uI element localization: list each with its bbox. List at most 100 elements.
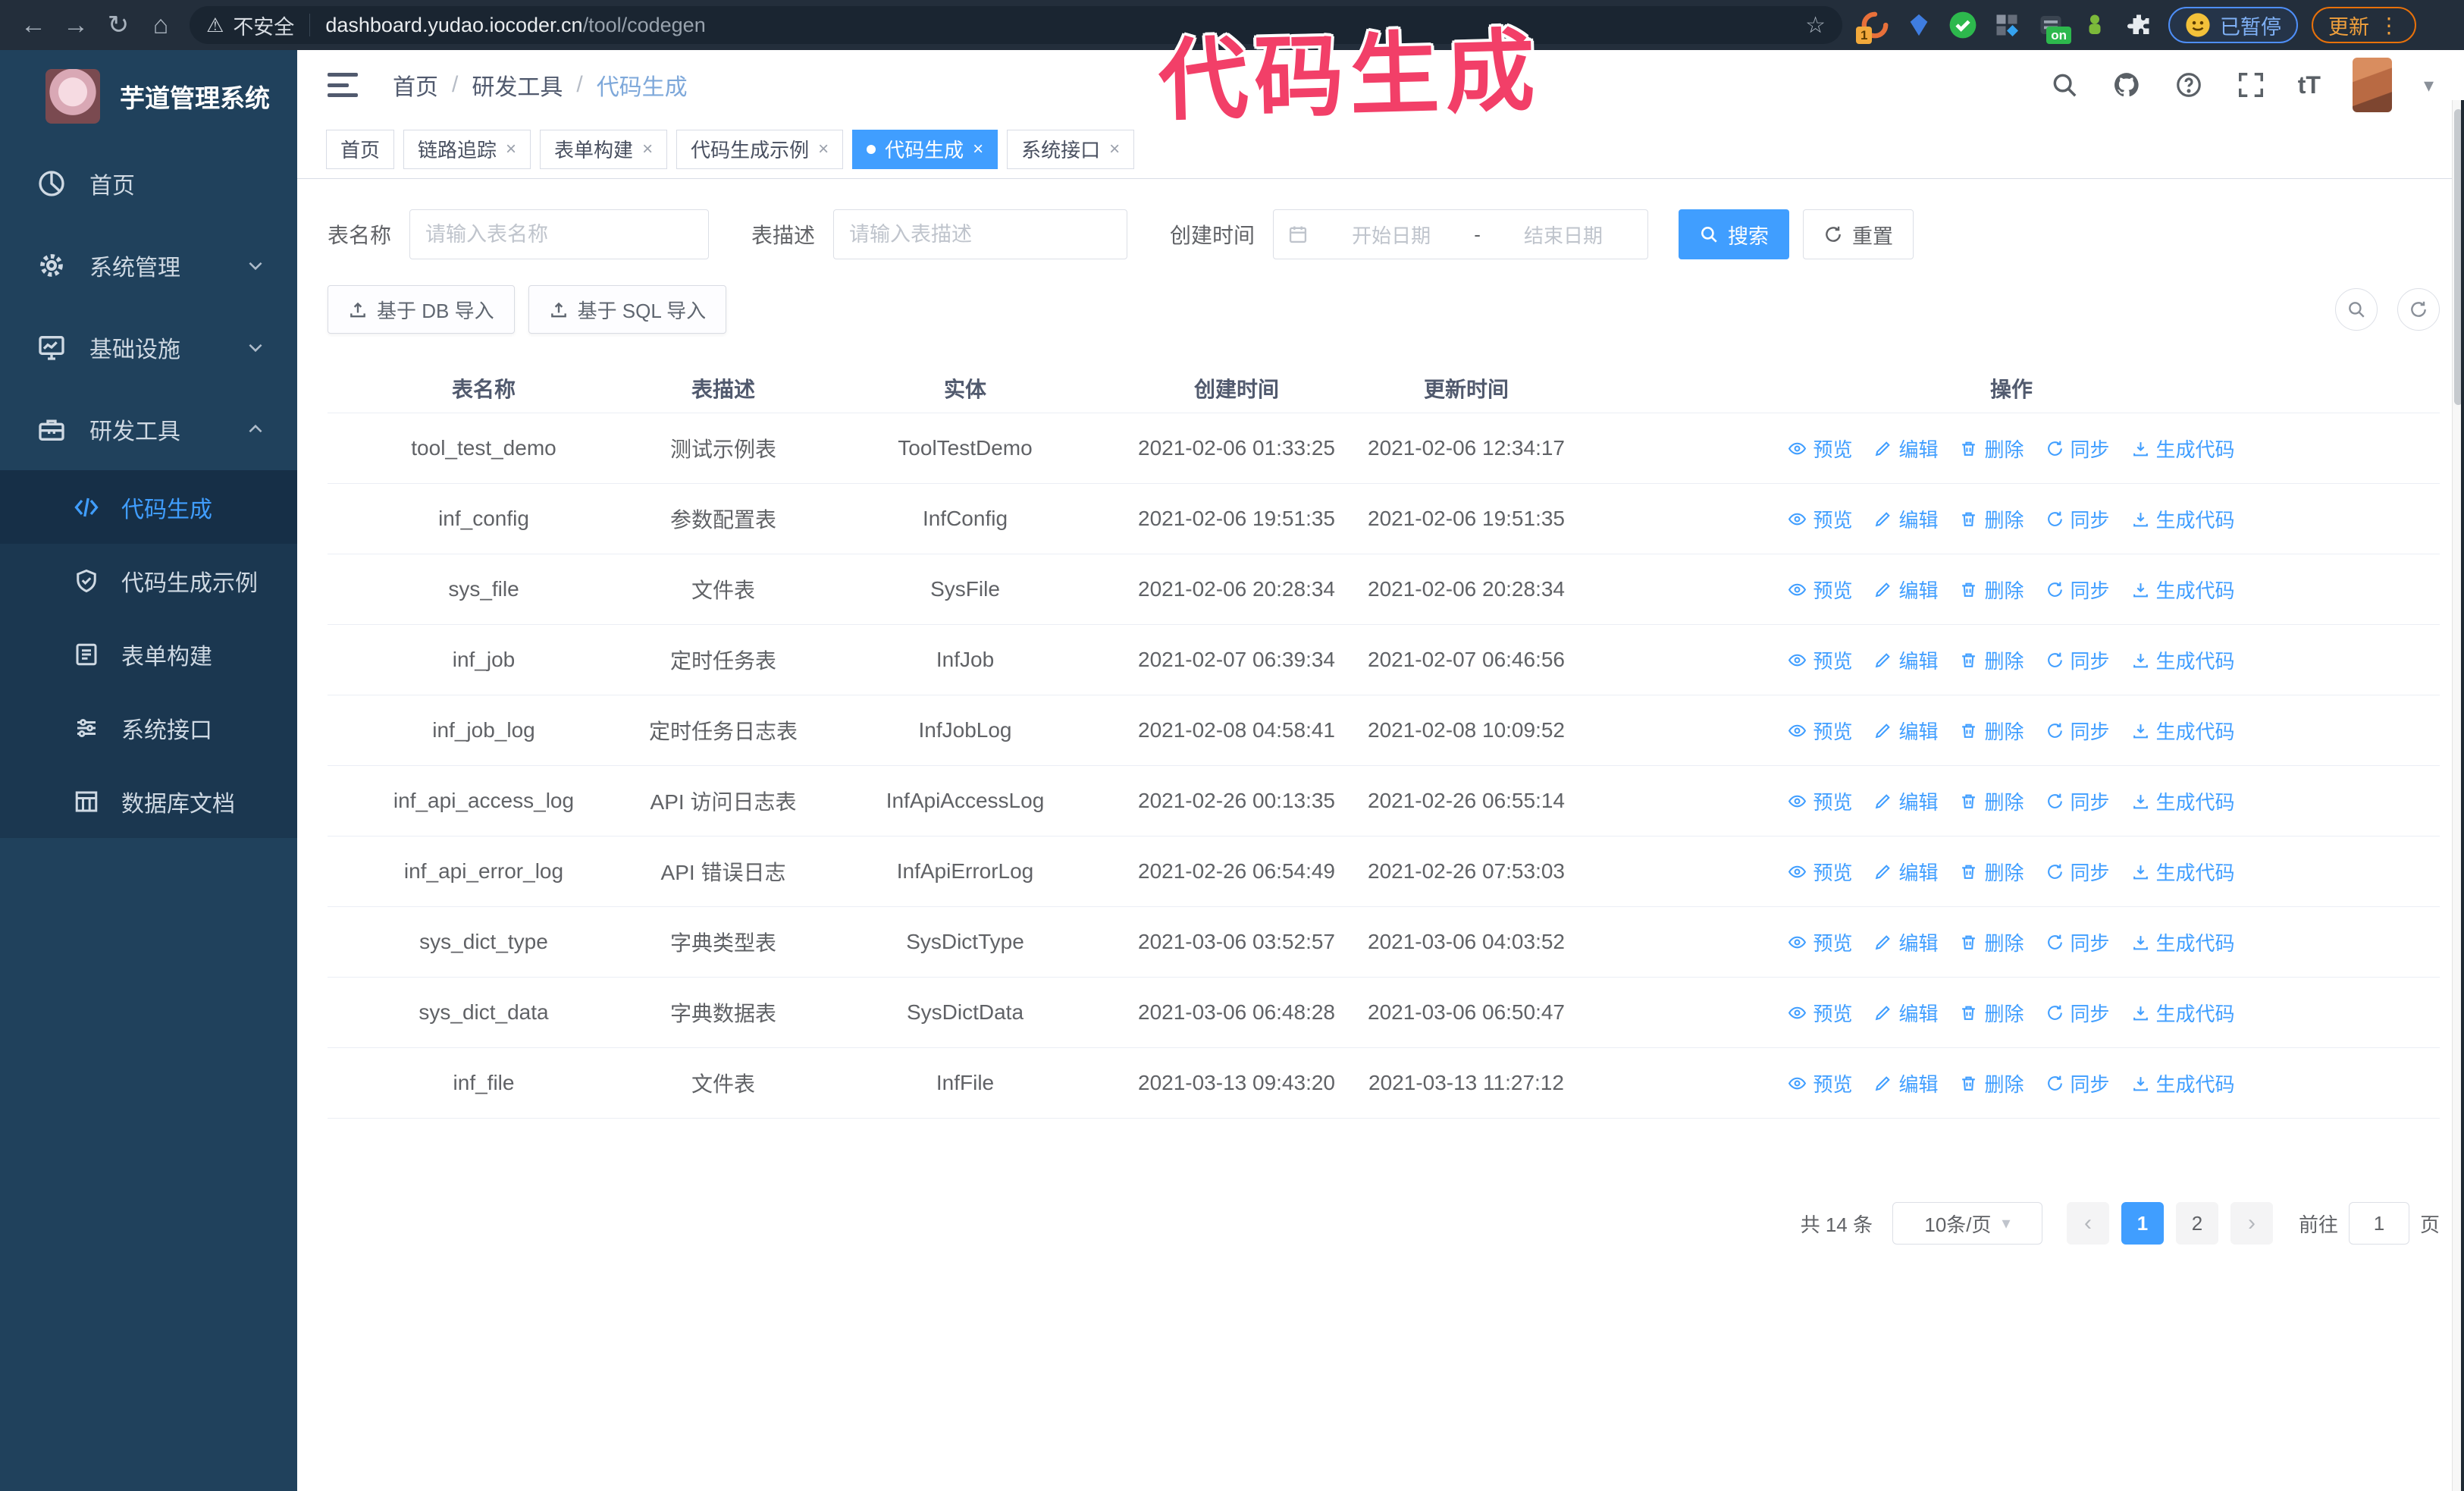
- prev-page-button[interactable]: ‹: [2066, 1202, 2109, 1245]
- edit-link[interactable]: 编辑: [1873, 717, 1938, 745]
- sync-link[interactable]: 同步: [2045, 787, 2110, 815]
- tab-form-builder[interactable]: 表单构建 ×: [540, 129, 668, 169]
- not-secure-label[interactable]: 不安全: [233, 11, 294, 40]
- app-logo[interactable]: 芋道管理系统: [0, 50, 297, 143]
- bookmark-star-icon[interactable]: ☆: [1805, 12, 1826, 39]
- delete-link[interactable]: 删除: [1959, 858, 2024, 886]
- user-avatar[interactable]: [2352, 58, 2392, 112]
- edit-link[interactable]: 编辑: [1873, 928, 1938, 956]
- generate-code-link[interactable]: 生成代码: [2131, 999, 2235, 1027]
- toggle-search-icon[interactable]: [2335, 288, 2378, 331]
- preview-link[interactable]: 预览: [1788, 717, 1852, 745]
- start-date-placeholder[interactable]: 开始日期: [1321, 221, 1462, 249]
- generate-code-link[interactable]: 生成代码: [2131, 435, 2235, 463]
- generate-code-link[interactable]: 生成代码: [2131, 505, 2235, 533]
- sidebar-item-infra[interactable]: 基础设施: [0, 306, 297, 388]
- preview-link[interactable]: 预览: [1788, 646, 1852, 674]
- preview-link[interactable]: 预览: [1788, 858, 1852, 886]
- table-desc-input[interactable]: [833, 209, 1128, 259]
- back-icon[interactable]: ←: [12, 11, 55, 40]
- sidebar-item-db-doc[interactable]: 数据库文档: [0, 764, 297, 838]
- generate-code-link[interactable]: 生成代码: [2131, 576, 2235, 604]
- generate-code-link[interactable]: 生成代码: [2131, 646, 2235, 674]
- edit-link[interactable]: 编辑: [1873, 999, 1938, 1027]
- sidebar-toggle-icon[interactable]: [328, 73, 358, 97]
- edit-link[interactable]: 编辑: [1873, 646, 1938, 674]
- import-db-button[interactable]: 基于 DB 导入: [328, 285, 515, 334]
- generate-code-link[interactable]: 生成代码: [2131, 858, 2235, 886]
- edit-link[interactable]: 编辑: [1873, 1069, 1938, 1097]
- close-icon[interactable]: ×: [506, 139, 516, 160]
- extension-icon[interactable]: [1991, 9, 2023, 41]
- sync-link[interactable]: 同步: [2045, 576, 2110, 604]
- sync-link[interactable]: 同步: [2045, 1069, 2110, 1097]
- tab-home[interactable]: 首页: [326, 129, 395, 169]
- fullscreen-icon[interactable]: [2236, 70, 2266, 100]
- edit-link[interactable]: 编辑: [1873, 505, 1938, 533]
- delete-link[interactable]: 删除: [1959, 1069, 2024, 1097]
- sidebar-item-system[interactable]: 系统管理: [0, 224, 297, 306]
- page-size-select[interactable]: 10条/页 ▾: [1892, 1202, 2042, 1245]
- refresh-icon[interactable]: [2397, 288, 2440, 331]
- delete-link[interactable]: 删除: [1959, 505, 2024, 533]
- search-icon[interactable]: [2049, 70, 2080, 100]
- delete-link[interactable]: 删除: [1959, 787, 2024, 815]
- delete-link[interactable]: 删除: [1959, 646, 2024, 674]
- sync-link[interactable]: 同步: [2045, 858, 2110, 886]
- github-icon[interactable]: [2111, 70, 2142, 100]
- end-date-placeholder[interactable]: 结束日期: [1493, 221, 1634, 249]
- sidebar-item-form-builder[interactable]: 表单构建: [0, 617, 297, 691]
- sync-link[interactable]: 同步: [2045, 646, 2110, 674]
- sidebar-item-system-api[interactable]: 系统接口: [0, 691, 297, 764]
- preview-link[interactable]: 预览: [1788, 999, 1852, 1027]
- address-bar[interactable]: ⚠ 不安全 dashboard.yudao.iocoder.cn /tool/c…: [190, 6, 1842, 44]
- search-button[interactable]: 搜索: [1679, 209, 1790, 259]
- reload-icon[interactable]: ↻: [97, 10, 140, 40]
- preview-link[interactable]: 预览: [1788, 435, 1852, 463]
- generate-code-link[interactable]: 生成代码: [2131, 787, 2235, 815]
- user-menu-caret-icon[interactable]: ▾: [2424, 74, 2434, 97]
- puzzle-extensions-icon[interactable]: [2123, 9, 2155, 41]
- sync-link[interactable]: 同步: [2045, 928, 2110, 956]
- preview-link[interactable]: 预览: [1788, 1069, 1852, 1097]
- reset-button[interactable]: 重置: [1803, 209, 1914, 259]
- page-button-1[interactable]: 1: [2121, 1202, 2164, 1245]
- delete-link[interactable]: 删除: [1959, 928, 2024, 956]
- delete-link[interactable]: 删除: [1959, 576, 2024, 604]
- browser-menu-icon[interactable]: ⋮: [2378, 13, 2400, 38]
- profile-paused-pill[interactable]: 已暂停: [2168, 7, 2298, 43]
- close-icon[interactable]: ×: [642, 139, 653, 160]
- edit-link[interactable]: 编辑: [1873, 435, 1938, 463]
- extension-icon[interactable]: [1903, 9, 1935, 41]
- sync-link[interactable]: 同步: [2045, 435, 2110, 463]
- sidebar-item-home[interactable]: 首页: [0, 143, 297, 224]
- tab-codegen-example[interactable]: 代码生成示例 ×: [676, 129, 844, 169]
- generate-code-link[interactable]: 生成代码: [2131, 717, 2235, 745]
- close-icon[interactable]: ×: [1109, 139, 1120, 160]
- table-name-input[interactable]: [409, 209, 710, 259]
- generate-code-link[interactable]: 生成代码: [2131, 928, 2235, 956]
- edit-link[interactable]: 编辑: [1873, 858, 1938, 886]
- sidebar-item-codegen[interactable]: 代码生成: [0, 470, 297, 544]
- tab-system-api[interactable]: 系统接口 ×: [1007, 129, 1135, 169]
- browser-update-pill[interactable]: 更新 ⋮: [2312, 7, 2416, 43]
- sidebar-item-devtools[interactable]: 研发工具: [0, 388, 297, 470]
- goto-page-input[interactable]: [2348, 1202, 2409, 1245]
- sync-link[interactable]: 同步: [2045, 505, 2110, 533]
- delete-link[interactable]: 删除: [1959, 999, 2024, 1027]
- font-size-icon[interactable]: tT: [2298, 71, 2321, 99]
- delete-link[interactable]: 删除: [1959, 435, 2024, 463]
- extension-icon[interactable]: 1: [1856, 9, 1891, 44]
- close-icon[interactable]: ×: [818, 139, 829, 160]
- preview-link[interactable]: 预览: [1788, 787, 1852, 815]
- edit-link[interactable]: 编辑: [1873, 787, 1938, 815]
- date-range-picker[interactable]: 开始日期 - 结束日期: [1273, 209, 1649, 259]
- sync-link[interactable]: 同步: [2045, 717, 2110, 745]
- sync-link[interactable]: 同步: [2045, 999, 2110, 1027]
- import-sql-button[interactable]: 基于 SQL 导入: [528, 285, 727, 334]
- extension-icon[interactable]: [1947, 9, 1979, 41]
- breadcrumb-devtools[interactable]: 研发工具: [472, 68, 563, 102]
- extension-icon[interactable]: [2079, 9, 2111, 41]
- help-icon[interactable]: [2174, 70, 2204, 100]
- tab-codegen[interactable]: 代码生成 ×: [852, 129, 998, 169]
